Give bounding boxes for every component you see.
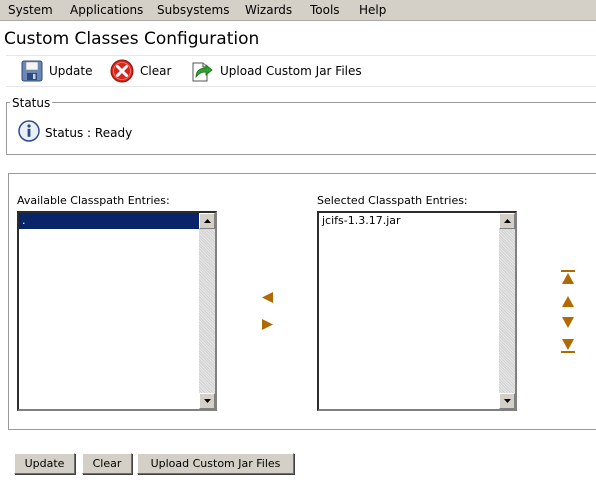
menu-subsystems[interactable]: Subsystems — [157, 3, 229, 17]
info-icon — [18, 120, 40, 145]
selected-list-scrollbar[interactable] — [499, 213, 515, 409]
toolbar: Update Clear Upload Custom Jar Files — [6, 55, 596, 87]
menu-tools[interactable]: Tools — [310, 3, 340, 17]
menu-applications[interactable]: Applications — [70, 3, 143, 17]
available-list-scrollbar[interactable] — [199, 213, 215, 409]
available-list-items: . — [19, 213, 199, 409]
available-classpath-label: Available Classpath Entries: — [17, 194, 170, 207]
toolbar-update-button[interactable]: Update — [21, 59, 92, 83]
move-up-icon[interactable] — [561, 296, 575, 310]
clear-button[interactable]: Clear — [82, 453, 132, 474]
scroll-up-button[interactable] — [199, 213, 215, 229]
menu-help[interactable]: Help — [359, 3, 386, 17]
update-button[interactable]: Update — [14, 453, 75, 474]
upload-custom-jar-files-button[interactable]: Upload Custom Jar Files — [137, 453, 294, 474]
red-x-circle-icon — [110, 59, 134, 83]
floppy-disk-icon — [21, 60, 43, 82]
toolbar-clear-label: Clear — [140, 64, 172, 78]
move-to-bottom-icon[interactable] — [561, 339, 575, 356]
toolbar-upload-button[interactable]: Upload Custom Jar Files — [190, 59, 362, 83]
toolbar-upload-label: Upload Custom Jar Files — [220, 64, 362, 78]
toolbar-clear-button[interactable]: Clear — [110, 59, 171, 83]
menu-system[interactable]: System — [8, 3, 53, 17]
menu-bar: System Applications Subsystems Wizards T… — [0, 0, 596, 21]
move-to-top-icon[interactable] — [561, 270, 575, 287]
status-legend: Status — [10, 96, 53, 110]
page-title: Custom Classes Configuration — [4, 29, 260, 49]
scroll-down-button[interactable] — [199, 393, 215, 409]
move-left-arrow-icon[interactable] — [262, 292, 273, 306]
toolbar-update-label: Update — [49, 64, 93, 78]
status-line: Status : Ready — [18, 120, 132, 145]
selected-list-items: jcifs-1.3.17.jar — [319, 213, 499, 409]
available-classpath-list[interactable]: . — [17, 211, 217, 411]
move-right-arrow-icon[interactable] — [262, 319, 273, 333]
move-down-icon[interactable] — [561, 317, 575, 331]
document-green-arrow-icon — [190, 59, 214, 83]
selected-classpath-list[interactable]: jcifs-1.3.17.jar — [317, 211, 517, 411]
status-text: Status : Ready — [45, 125, 133, 140]
scroll-up-button[interactable] — [499, 213, 515, 229]
list-item[interactable]: jcifs-1.3.17.jar — [319, 213, 499, 229]
list-item[interactable]: . — [19, 213, 199, 229]
selected-classpath-label: Selected Classpath Entries: — [317, 194, 468, 207]
menu-wizards[interactable]: Wizards — [245, 3, 292, 17]
scroll-down-button[interactable] — [499, 393, 515, 409]
